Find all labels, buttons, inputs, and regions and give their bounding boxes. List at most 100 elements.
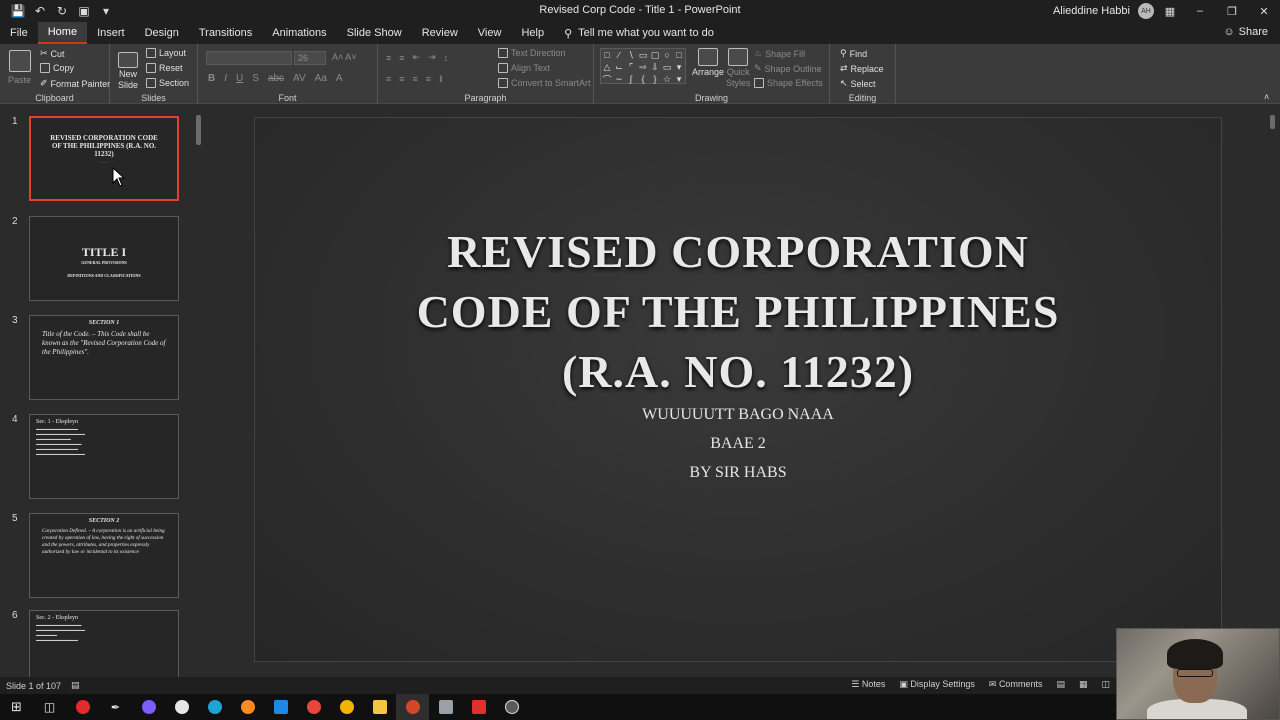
arrow-right-shape-icon[interactable]: ⇨ <box>639 62 647 73</box>
powerpoint-icon[interactable] <box>396 694 429 720</box>
shape-outline-button[interactable]: ✎ Shape Outline <box>754 63 822 74</box>
new-slide-button[interactable]: New Slide <box>118 52 138 90</box>
bullets-icon[interactable]: ≡ <box>386 53 391 63</box>
triangle-shape-icon[interactable]: △ <box>604 62 611 73</box>
select-button[interactable]: ↖ Select <box>840 78 876 89</box>
edge-icon[interactable] <box>198 694 231 720</box>
slide-sorter-icon[interactable]: ▦ <box>1079 679 1088 690</box>
numbering-icon[interactable]: ≡ <box>399 53 404 63</box>
arrow-down-shape-icon[interactable]: ⇩ <box>651 62 659 73</box>
arrange-button[interactable]: Arrange <box>692 48 724 77</box>
section-button[interactable]: Section <box>146 78 189 88</box>
record-app-icon[interactable] <box>66 694 99 720</box>
spelling-icon[interactable]: ▤ <box>61 680 80 691</box>
tab-transitions[interactable]: Transitions <box>189 22 262 44</box>
curve-shape-icon[interactable]: ∼ <box>615 74 623 85</box>
copy-button[interactable]: Copy <box>40 63 74 73</box>
tab-view[interactable]: View <box>468 22 512 44</box>
more-shapes-icon[interactable]: ▾ <box>677 62 682 73</box>
task-view-icon[interactable]: ◫ <box>33 694 66 720</box>
thumbnail-4[interactable]: 4 Sec. 1 - Ekspleyn ▬▬▬▬▬▬▬▬▬▬▬▬ ▬▬▬▬▬▬▬▬… <box>0 414 200 504</box>
thumbnails-scrollbar[interactable] <box>194 105 203 677</box>
convert-smartart-button[interactable]: Convert to SmartArt <box>498 78 591 88</box>
shape-effects-button[interactable]: Shape Effects <box>754 78 823 88</box>
underline-icon[interactable]: U <box>236 73 243 84</box>
normal-view-icon[interactable]: ▤ <box>1056 679 1065 690</box>
tab-home[interactable]: Home <box>37 22 88 44</box>
notes-button[interactable]: ☰ Notes <box>851 679 885 690</box>
save-icon[interactable]: 💾 <box>10 3 26 19</box>
account-area[interactable]: Alieddine Habbi AH <box>1053 3 1154 19</box>
pen-app-icon[interactable]: ✒ <box>99 694 132 720</box>
avatar[interactable]: AH <box>1138 3 1154 19</box>
thumbnail-1[interactable]: 1 REVISED CORPORATION CODE OF THE PHILIP… <box>0 116 200 206</box>
tell-me-box[interactable]: ⚲ Tell me what you want to do <box>554 22 714 44</box>
xbox-icon[interactable] <box>165 694 198 720</box>
thumbnail-slide[interactable]: SECTION 2 Corporation Defined. – A corpo… <box>29 513 179 598</box>
thumbnail-2[interactable]: 2 TITLE I GENERAL PROVISIONS DEFINITIONS… <box>0 216 200 306</box>
thumbnail-slide[interactable]: SECTION 1 Title of the Code. – This Code… <box>29 315 179 400</box>
font-size-box[interactable]: 26 <box>294 51 326 65</box>
textbox-shape-icon[interactable]: □ <box>604 50 609 60</box>
square-shape-icon[interactable]: □ <box>676 50 681 60</box>
chrome-icon[interactable] <box>297 694 330 720</box>
font-name-box[interactable] <box>206 51 292 65</box>
freeform-shape-icon[interactable]: ∫ <box>630 74 632 84</box>
acrobat-icon[interactable] <box>462 694 495 720</box>
canvas-scrollbar[interactable] <box>1268 105 1277 677</box>
find-button[interactable]: ⚲ Find <box>840 48 867 59</box>
thumbnail-slide[interactable]: Sec. 1 - Ekspleyn ▬▬▬▬▬▬▬▬▬▬▬▬ ▬▬▬▬▬▬▬▬▬▬… <box>29 414 179 499</box>
thumbnails-scroll-thumb[interactable] <box>196 115 201 145</box>
brace-left-shape-icon[interactable]: { <box>641 74 644 84</box>
ribbon-display-options-icon[interactable]: ▦ <box>1160 0 1180 22</box>
case-icon[interactable]: Aa <box>315 73 327 84</box>
slide-subtitle-line2[interactable]: BAAE 2 <box>255 435 1221 453</box>
align-center-icon[interactable]: ≡ <box>399 74 404 84</box>
tab-review[interactable]: Review <box>412 22 468 44</box>
slide-title[interactable]: REVISED CORPORATION CODE OF THE PHILIPPI… <box>255 222 1221 402</box>
reset-button[interactable]: Reset <box>146 63 183 73</box>
italic-icon[interactable]: I <box>224 73 227 84</box>
arc-shape-icon[interactable]: ⌒ <box>602 73 611 86</box>
slide-subtitle-line1[interactable]: WUUUUUTT BAGO NAAA <box>255 406 1221 424</box>
rect2-shape-icon[interactable]: ▭ <box>663 62 672 73</box>
decrease-indent-icon[interactable]: ⇤ <box>413 52 421 63</box>
thumbnail-5[interactable]: 5 SECTION 2 Corporation Defined. – A cor… <box>0 513 200 603</box>
thumbnail-slide[interactable]: Sec. 2 - Ekspleyn ▬▬▬▬▬▬▬▬▬▬▬▬▬ ▬▬▬▬▬▬▬▬▬… <box>29 610 179 677</box>
bold-icon[interactable]: B <box>208 73 215 84</box>
canvas-scroll-thumb[interactable] <box>1270 115 1275 129</box>
tab-insert[interactable]: Insert <box>87 22 135 44</box>
bent-shape-icon[interactable]: ⌜ <box>629 62 633 73</box>
collapse-ribbon-icon[interactable]: ˄ <box>1264 92 1269 102</box>
layout-button[interactable]: Layout <box>146 48 186 58</box>
line-spacing-icon[interactable]: ↕ <box>444 53 449 63</box>
align-text-button[interactable]: Align Text <box>498 63 550 73</box>
rounded-rect-shape-icon[interactable]: ▢ <box>651 50 660 61</box>
strikethrough-icon[interactable]: abc <box>268 73 284 84</box>
brace-right-shape-icon[interactable]: } <box>653 74 656 84</box>
oval-shape-icon[interactable]: ○ <box>664 50 669 60</box>
align-left-icon[interactable]: ≡ <box>386 74 391 84</box>
firefox-icon[interactable] <box>231 694 264 720</box>
mail-icon[interactable] <box>264 694 297 720</box>
corner-shape-icon[interactable]: ⌙ <box>615 62 623 73</box>
current-slide[interactable]: REVISED CORPORATION CODE OF THE PHILIPPI… <box>254 117 1222 662</box>
font-color-icon[interactable]: A <box>336 73 343 84</box>
thumbnail-slide[interactable]: TITLE I GENERAL PROVISIONS DEFINITIONS A… <box>29 216 179 301</box>
file-explorer-icon[interactable] <box>363 694 396 720</box>
thumbnail-6[interactable]: 6 Sec. 2 - Ekspleyn ▬▬▬▬▬▬▬▬▬▬▬▬▬ ▬▬▬▬▬▬▬… <box>0 610 200 677</box>
messenger-icon[interactable] <box>132 694 165 720</box>
line2-shape-icon[interactable]: ∖ <box>628 50 634 61</box>
tab-help[interactable]: Help <box>511 22 554 44</box>
customize-qat-icon[interactable]: ▾ <box>98 3 114 19</box>
shapes-gallery[interactable]: □ ∕ ∖ ▭ ▢ ○ □ △ ⌙ ⌜ ⇨ ⇩ ▭ ▾ ⌒ ∼ ∫ { } ☆ … <box>600 48 686 86</box>
obs-icon[interactable] <box>495 694 528 720</box>
rectangle-shape-icon[interactable]: ▭ <box>639 50 648 61</box>
text-direction-button[interactable]: Text Direction <box>498 48 566 58</box>
paste-button[interactable]: Paste <box>8 50 31 85</box>
thumbnail-slide[interactable]: REVISED CORPORATION CODE OF THE PHILIPPI… <box>29 116 179 201</box>
chrome-alt-icon[interactable] <box>330 694 363 720</box>
expand-shapes-icon[interactable]: ▾ <box>677 74 682 85</box>
windows-start-icon[interactable]: ⊞ <box>0 694 33 720</box>
close-button[interactable]: ✕ <box>1248 0 1280 22</box>
